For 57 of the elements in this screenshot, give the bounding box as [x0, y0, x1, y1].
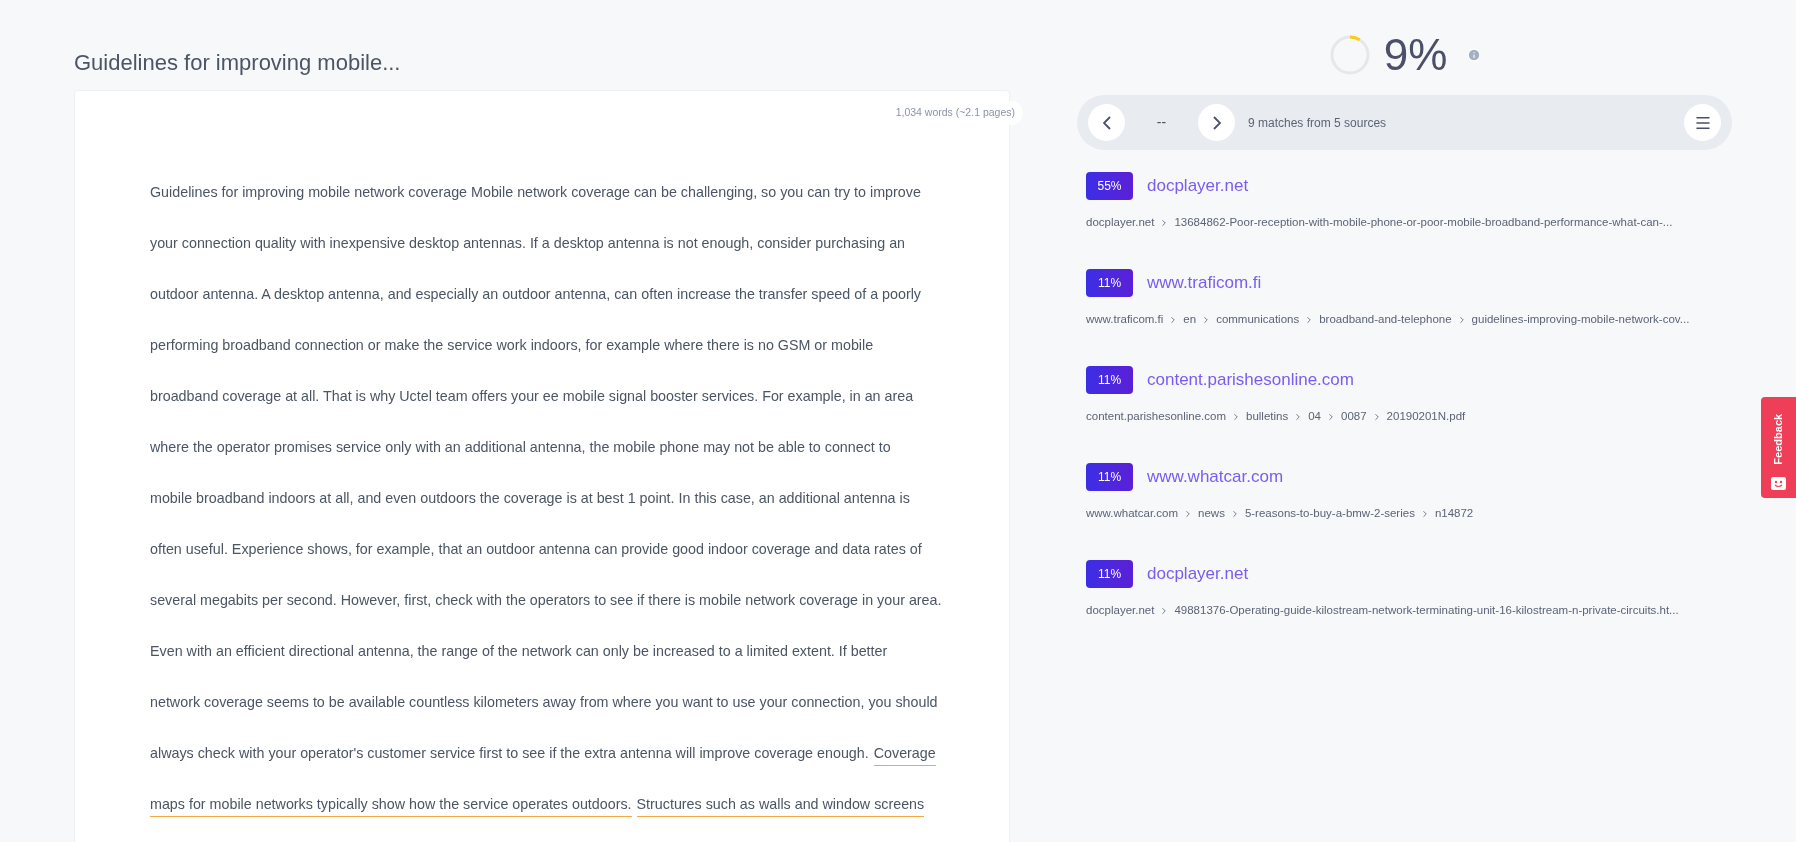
document-text: always check with your operator's customer service first to see if the extra antenna will improve coverage enough. [150, 744, 869, 763]
document-text: several megabits per second. However, first, check with the operators to see if there is mobile network coverage in your area. [150, 591, 942, 610]
matched-text[interactable]: Coverage [873, 741, 936, 766]
breadcrumb-item: bulletins [1246, 409, 1289, 424]
chevron-left-icon [1102, 115, 1111, 130]
matched-text[interactable]: maps for mobile networks typically show how the service operates outdoors. [150, 792, 632, 817]
breadcrumb-item: guidelines-improving-mobile-network-cov... [1471, 312, 1690, 327]
breadcrumb-item: 04 [1308, 409, 1321, 424]
match-percent: 55% [1086, 172, 1133, 200]
match-summary: 9 matches from 5 sources [1248, 114, 1387, 132]
document-text: mobile broadband indoors at all, and even outdoors the coverage is at best 1 point. In this case, an additional antenna is [150, 489, 910, 508]
chevron-icon [1326, 411, 1336, 422]
source-link[interactable]: www.traficom.fi [1147, 270, 1262, 296]
match-percent: 11% [1086, 269, 1133, 297]
breadcrumb-item: n14872 [1434, 506, 1474, 521]
document-text: Even with an efficient directional antenna, the range of the network can only be increased to a limited extent. If better [150, 642, 888, 661]
chevron-icon [1231, 411, 1241, 422]
breadcrumb-item: docplayer.net [1086, 603, 1155, 618]
chevron-right-icon [1212, 115, 1221, 130]
menu-button[interactable] [1684, 104, 1721, 141]
matched-text[interactable]: Structures such as walls and window screens [636, 792, 925, 817]
document-text: often useful. Experience shows, for example, that an outdoor antenna can provide good indoor coverage and data rates of [150, 540, 922, 559]
breadcrumb-item: content.parishesonline.com [1086, 409, 1226, 424]
info-icon[interactable] [1467, 48, 1482, 62]
document-text: broadband coverage at all. That is why Uctel team offers your ee mobile signal booster services. For example, in an area [150, 387, 914, 406]
breadcrumb-item: www.whatcar.com [1086, 506, 1179, 521]
breadcrumb-item: 13684862-Poor-reception-with-mobile-phone-or-poor-mobile-broadband-performance-what-can-... [1174, 215, 1673, 230]
match-position: -- [1155, 113, 1168, 132]
source-link[interactable]: docplayer.net [1147, 561, 1249, 587]
document-text: outdoor antenna. A desktop antenna, and especially an outdoor antenna, can often increase the transfer speed of a poorly [150, 285, 921, 304]
smiley-icon [1771, 477, 1786, 490]
document-text: network coverage seems to be available countless kilometers away from where you want to use your connection, you should [150, 693, 938, 712]
next-button[interactable] [1198, 104, 1235, 141]
document-text: performing broadband connection or make the service work indoors, for example where there is no GSM or mobile [150, 336, 874, 355]
match-percent: 11% [1086, 560, 1133, 588]
breadcrumb-item: 5-reasons-to-buy-a-bmw-2-series [1244, 506, 1415, 521]
breadcrumb-item: en [1183, 312, 1197, 327]
document-text: your connection quality with inexpensive desktop antennas. If a desktop antenna is not enough, consider purchasing an [150, 234, 906, 253]
breadcrumb-item: 20190201N.pdf [1386, 409, 1466, 424]
breadcrumb-item: docplayer.net [1086, 215, 1155, 230]
match-percent: 11% [1086, 463, 1133, 491]
previous-button[interactable] [1088, 104, 1125, 141]
similarity-score: 9% [1383, 29, 1448, 81]
match-percent: 11% [1086, 366, 1133, 394]
document-text: Guidelines for improving mobile network coverage Mobile network coverage can be challenging, so you can try to improve [150, 183, 921, 202]
breadcrumb-item: www.traficom.fi [1086, 312, 1164, 327]
source-link[interactable]: content.parishesonline.com [1147, 367, 1354, 393]
source-link[interactable]: docplayer.net [1147, 173, 1249, 199]
document-text: where the operator promises service only with an additional antenna, the mobile phone may not be able to connect to [150, 438, 891, 457]
breadcrumb-item: news [1198, 506, 1225, 521]
source-link[interactable]: www.whatcar.com [1147, 464, 1284, 490]
document-title: Guidelines for improving mobile... [74, 49, 402, 77]
breadcrumb-item: 49881376-Operating-guide-kilostream-network-terminating-unit-16-kilostream-n-private-circuits.ht... [1174, 603, 1679, 618]
breadcrumb-item: 0087 [1341, 409, 1367, 424]
feedback-tab[interactable]: Feedback [1761, 397, 1796, 498]
breadcrumb-item: broadband-and-telephone [1319, 312, 1452, 327]
breadcrumb-item: communications [1216, 312, 1300, 327]
